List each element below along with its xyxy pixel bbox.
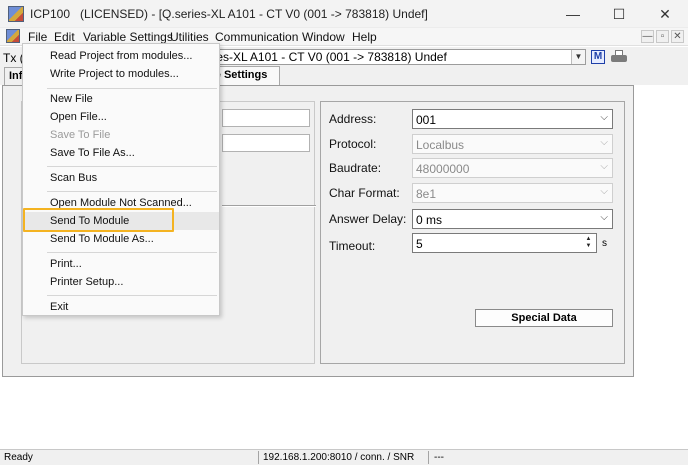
char-format-label: Char Format:: [329, 186, 400, 200]
chevron-down-icon: ⌵: [600, 186, 608, 197]
menu-variable-settings[interactable]: Variable Settings: [83, 30, 173, 44]
timeout-value: 5: [416, 237, 423, 251]
module-selector-value: eries-XL A101 - CT V0 (001 -> 783818) Un…: [203, 50, 447, 64]
menu-edit[interactable]: Edit: [54, 30, 75, 44]
info-separator: [222, 205, 316, 207]
info-field-1[interactable]: [222, 109, 310, 127]
spin-up-icon[interactable]: ▲: [583, 236, 594, 243]
connection-status: 192.168.1.200:8010 / conn. / SNR: [263, 452, 415, 463]
spin-down-icon[interactable]: ▼: [583, 243, 594, 250]
document-icon[interactable]: [6, 29, 20, 43]
chevron-down-icon[interactable]: ⌵: [600, 212, 608, 223]
module-selector[interactable]: eries-XL A101 - CT V0 (001 -> 783818) Un…: [196, 49, 586, 65]
chevron-down-icon[interactable]: ▼: [571, 50, 585, 64]
special-data-button[interactable]: Special Data: [475, 309, 613, 327]
close-button[interactable]: ✕: [642, 0, 688, 28]
timeout-spinner[interactable]: 5 ▲ ▼: [412, 233, 597, 253]
status-bar: Ready 192.168.1.200:8010 / conn. / SNR -…: [0, 449, 688, 465]
menu-separator: [47, 166, 217, 167]
answer-delay-select[interactable]: 0 ms ⌵: [412, 209, 613, 229]
address-select[interactable]: 001 ⌵: [412, 109, 613, 129]
module-settings-group: Address: 001 ⌵ Protocol: Localbus ⌵ Baud…: [320, 101, 625, 364]
chevron-down-icon[interactable]: ⌵: [600, 112, 608, 123]
char-format-value: 8e1: [416, 187, 437, 201]
address-label: Address:: [329, 112, 377, 126]
baudrate-value: 48000000: [416, 162, 470, 176]
printer-icon[interactable]: [611, 50, 627, 64]
tx-label: Tx (: [3, 51, 24, 65]
mdi-close-button[interactable]: ✕: [671, 30, 684, 43]
menu-communication[interactable]: Communication: [215, 30, 298, 44]
menu-separator: [47, 191, 217, 192]
char-format-select: 8e1 ⌵: [412, 183, 613, 203]
menu-file[interactable]: File: [28, 30, 47, 44]
minimize-button[interactable]: —: [550, 0, 596, 28]
menu-separator: [47, 295, 217, 296]
send-to-module-highlight: [23, 208, 174, 232]
maximize-button[interactable]: ☐: [596, 0, 642, 28]
monitor-icon[interactable]: M: [591, 50, 605, 64]
menu-new-file[interactable]: New File: [23, 90, 219, 108]
menu-open-file[interactable]: Open File...: [23, 108, 219, 126]
menu-separator: [47, 252, 217, 253]
file-menu-dropdown: Read Project from modules... Write Proje…: [22, 43, 220, 316]
menu-help[interactable]: Help: [352, 30, 377, 44]
menu-printer-setup[interactable]: Printer Setup...: [23, 273, 219, 291]
timeout-label: Timeout:: [329, 239, 376, 253]
mdi-minimize-button[interactable]: —: [641, 30, 654, 43]
menu-print[interactable]: Print...: [23, 255, 219, 273]
mdi-restore-button[interactable]: ▫: [656, 30, 669, 43]
status-divider: [258, 451, 259, 464]
info-field-2[interactable]: [222, 134, 310, 152]
menu-save-to-file: Save To File: [50, 129, 111, 141]
chevron-down-icon: ⌵: [600, 161, 608, 172]
answer-delay-value: 0 ms: [416, 213, 443, 227]
protocol-select: Localbus ⌵: [412, 134, 613, 154]
chevron-down-icon: ⌵: [600, 137, 608, 148]
menu-send-to-module-as[interactable]: Send To Module As...: [23, 230, 219, 248]
menu-utilities[interactable]: Utilities: [170, 30, 209, 44]
menu-save-to-file-as[interactable]: Save To File As...: [23, 144, 219, 162]
status-extra: ---: [434, 452, 444, 463]
protocol-label: Protocol:: [329, 137, 377, 151]
menu-window[interactable]: Window: [302, 30, 345, 44]
window-title: ICP100 (LICENSED) - [Q.series-XL A101 - …: [30, 7, 428, 21]
menu-read-project[interactable]: Read Project from modules...: [23, 47, 219, 65]
baudrate-label: Baudrate:: [329, 161, 382, 175]
menu-write-project[interactable]: Write Project to modules...: [23, 65, 219, 83]
menu-scan-bus[interactable]: Scan Bus: [23, 169, 219, 187]
answer-delay-label: Answer Delay:: [329, 212, 407, 226]
menu-exit[interactable]: Exit: [23, 298, 219, 316]
baudrate-select: 48000000 ⌵: [412, 158, 613, 178]
menu-separator: [47, 88, 217, 89]
app-icon: [8, 6, 24, 22]
address-value: 001: [416, 113, 437, 127]
title-bar: ICP100 (LICENSED) - [Q.series-XL A101 - …: [0, 0, 688, 28]
status-text: Ready: [4, 452, 33, 463]
protocol-value: Localbus: [416, 138, 465, 152]
timeout-unit: s: [602, 238, 607, 249]
status-divider: [428, 451, 429, 464]
